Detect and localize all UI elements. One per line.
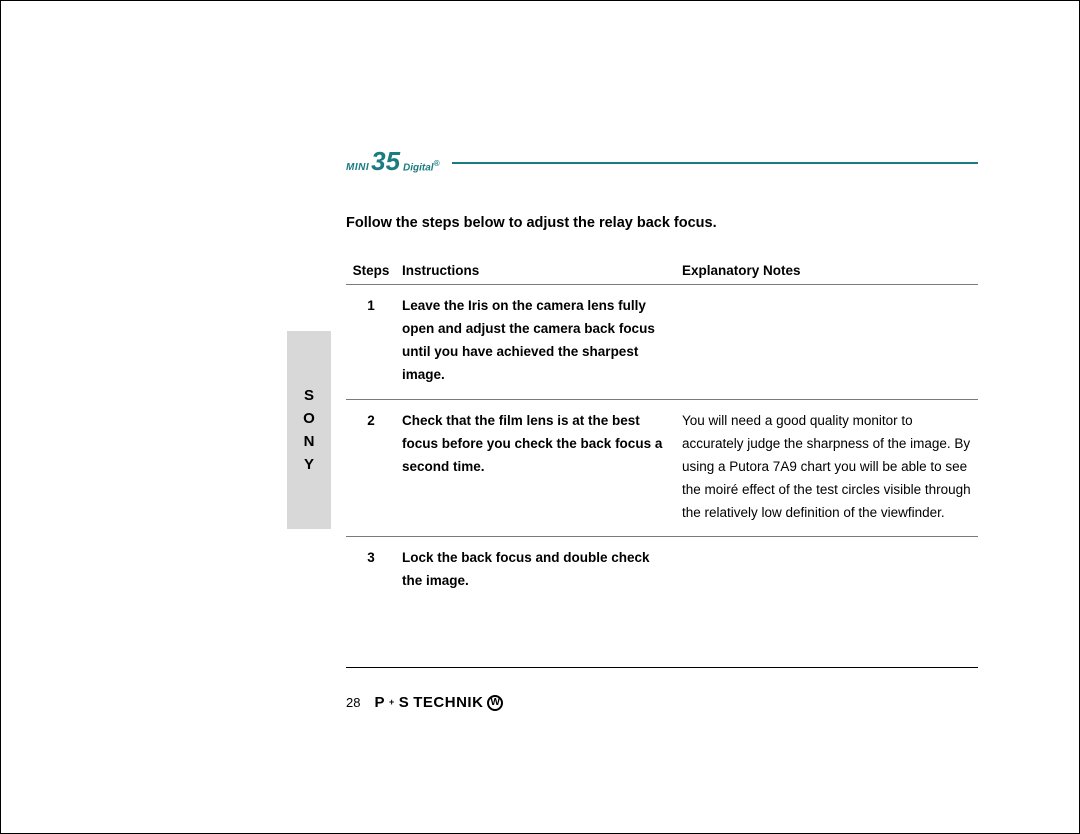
step-notes [682,285,978,400]
document-page: S O N Y MINI 35 Digital® Follow the step… [0,0,1080,834]
brand-technik: TECHNIK [413,694,483,711]
tab-letter: O [303,410,315,427]
content-area: MINI 35 Digital® Follow the steps below … [346,147,978,605]
step-instruction: Check that the film lens is at the best … [402,399,682,537]
table-row: 1 Leave the Iris on the camera lens full… [346,285,978,400]
steps-table: Steps Instructions Explanatory Notes 1 L… [346,259,978,605]
brand-p: P [374,694,385,711]
brand-mark-icon: W [487,695,503,711]
table-header-row: Steps Instructions Explanatory Notes [346,259,978,285]
step-notes [682,537,978,605]
header-logo-row: MINI 35 Digital® [346,147,978,175]
page-number: 28 [346,695,360,710]
table-row: 2 Check that the film lens is at the bes… [346,399,978,537]
col-instructions: Instructions [402,259,682,285]
footer-brand: P + S TECHNIK W [374,694,503,711]
logo-digital: Digital® [403,159,439,173]
table-row: 3 Lock the back focus and double check t… [346,537,978,605]
tab-letter: S [304,387,314,404]
logo-number: 35 [371,148,400,174]
step-number: 2 [346,399,402,537]
col-steps: Steps [346,259,402,285]
step-number: 1 [346,285,402,400]
header-rule [452,162,979,164]
brand-s: S [399,694,410,711]
step-instruction: Lock the back focus and double check the… [402,537,682,605]
step-instruction: Leave the Iris on the camera lens fully … [402,285,682,400]
tab-letter: N [304,433,315,450]
section-tab-sony: S O N Y [287,331,331,529]
logo-mini: MINI [346,162,369,173]
step-number: 3 [346,537,402,605]
step-notes: You will need a good quality monitor to … [682,399,978,537]
mini35-logo: MINI 35 Digital® [346,148,440,174]
footer-rule [346,667,978,668]
intro-heading: Follow the steps below to adjust the rel… [346,215,978,231]
brand-plus: + [389,697,395,707]
footer: 28 P + S TECHNIK W [346,694,503,711]
col-notes: Explanatory Notes [682,259,978,285]
tab-letter: Y [304,456,314,473]
